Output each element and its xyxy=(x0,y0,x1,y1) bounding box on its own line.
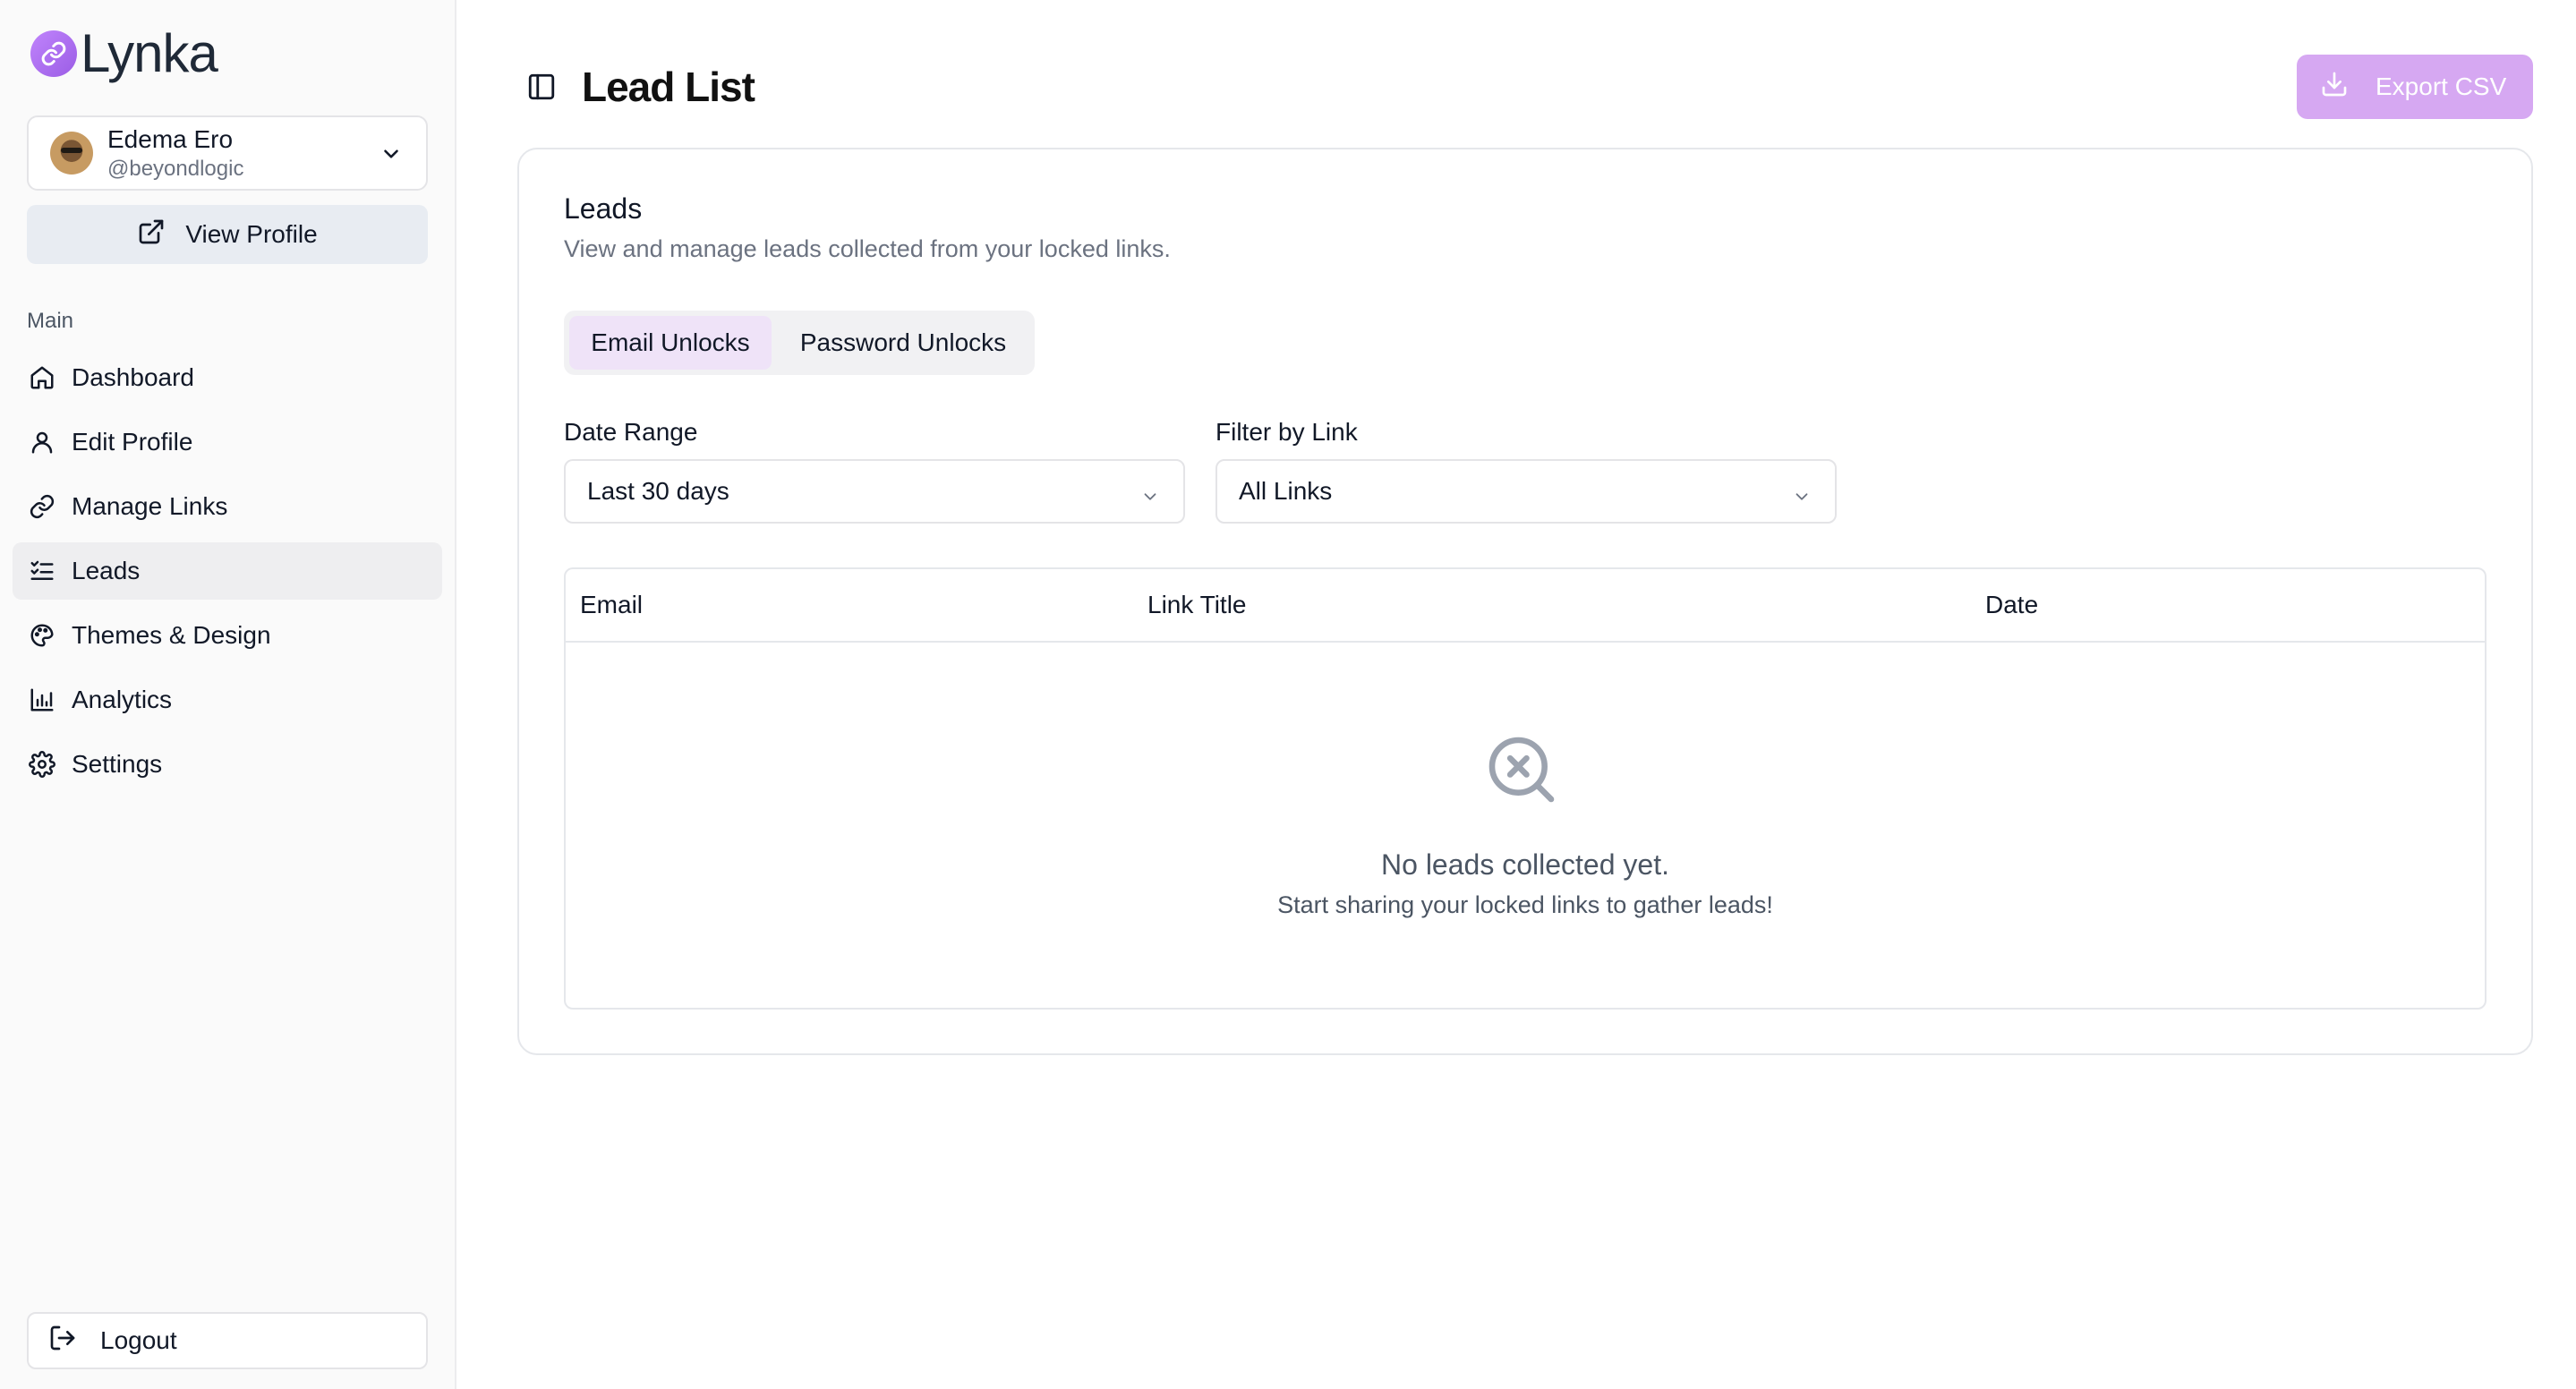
sidebar-item-label: Analytics xyxy=(72,686,173,713)
sidebar-item-leads[interactable]: Leads xyxy=(13,542,442,600)
toggle-sidebar-icon[interactable] xyxy=(526,72,557,107)
unlock-type-tabs: Email Unlocks Password Unlocks xyxy=(564,311,1035,375)
chevron-down-icon xyxy=(1140,484,1160,513)
logout-button[interactable]: Logout xyxy=(27,1312,428,1369)
home-icon xyxy=(27,362,57,393)
nav-section-label: Main xyxy=(27,309,74,333)
filter-by-link-value: All Links xyxy=(1239,477,1333,505)
tab-email-unlocks[interactable]: Email Unlocks xyxy=(569,316,772,370)
sidebar-nav: Dashboard Edit Profile Manage Links Lead… xyxy=(13,349,442,800)
link-icon xyxy=(27,491,57,522)
sidebar-item-label: Themes & Design xyxy=(72,621,271,649)
sidebar: Lynka Edema Ero @beyondlogic View Profil… xyxy=(0,0,456,1389)
sidebar-item-settings[interactable]: Settings xyxy=(13,736,442,793)
sidebar-item-label: Dashboard xyxy=(72,363,194,391)
search-x-icon xyxy=(1482,730,1561,814)
export-csv-label: Export CSV xyxy=(2376,72,2507,100)
gear-icon xyxy=(27,749,57,780)
app-logo[interactable]: Lynka xyxy=(30,27,218,81)
account-handle: @beyondlogic xyxy=(107,157,244,181)
view-profile-button[interactable]: View Profile xyxy=(27,205,428,264)
export-csv-button[interactable]: Export CSV xyxy=(2297,55,2533,119)
account-switcher[interactable]: Edema Ero @beyondlogic xyxy=(27,115,428,191)
external-link-icon xyxy=(137,217,166,252)
account-name: Edema Ero xyxy=(107,125,234,153)
tab-password-unlocks[interactable]: Password Unlocks xyxy=(777,316,1029,370)
chevron-down-icon xyxy=(1792,484,1812,513)
sidebar-item-edit-profile[interactable]: Edit Profile xyxy=(13,413,442,471)
link-logo-icon xyxy=(30,30,77,77)
list-check-icon xyxy=(27,556,57,586)
empty-state-subtitle: Start sharing your locked links to gathe… xyxy=(1277,891,1773,918)
sidebar-item-label: Edit Profile xyxy=(72,428,193,456)
leads-card: Leads View and manage leads collected fr… xyxy=(517,148,2533,1055)
leads-table: Email Link Title Date No leads collected… xyxy=(564,567,2486,1010)
logout-label: Logout xyxy=(100,1326,177,1354)
date-range-value: Last 30 days xyxy=(587,477,729,505)
sidebar-item-manage-links[interactable]: Manage Links xyxy=(13,478,442,535)
palette-icon xyxy=(27,620,57,651)
column-header-link-title[interactable]: Link Title xyxy=(1147,591,1247,619)
sidebar-item-label: Settings xyxy=(72,750,163,778)
sidebar-item-analytics[interactable]: Analytics xyxy=(13,671,442,729)
filter-by-link-select[interactable]: All Links xyxy=(1215,459,1837,524)
column-header-email[interactable]: Email xyxy=(580,591,643,619)
filter-by-link-label: Filter by Link xyxy=(1215,418,1358,446)
card-description: View and manage leads collected from you… xyxy=(564,235,1171,262)
page-title: Lead List xyxy=(582,64,755,110)
sidebar-item-dashboard[interactable]: Dashboard xyxy=(13,349,442,406)
bar-chart-icon xyxy=(27,685,57,715)
user-icon xyxy=(27,427,57,457)
date-range-select[interactable]: Last 30 days xyxy=(564,459,1185,524)
sidebar-item-label: Manage Links xyxy=(72,492,228,520)
logout-icon xyxy=(48,1324,77,1359)
sidebar-item-themes-design[interactable]: Themes & Design xyxy=(13,607,442,664)
sidebar-item-label: Leads xyxy=(72,557,141,584)
view-profile-label: View Profile xyxy=(185,220,318,248)
date-range-label: Date Range xyxy=(564,418,698,446)
chevron-down-icon xyxy=(380,142,403,170)
avatar xyxy=(50,132,93,175)
download-icon xyxy=(2320,70,2349,105)
app-name: Lynka xyxy=(81,23,218,83)
column-header-date[interactable]: Date xyxy=(1985,591,2038,619)
empty-state-title: No leads collected yet. xyxy=(1381,848,1669,881)
table-header: Email Link Title Date xyxy=(566,569,2485,643)
card-title: Leads xyxy=(564,192,643,225)
